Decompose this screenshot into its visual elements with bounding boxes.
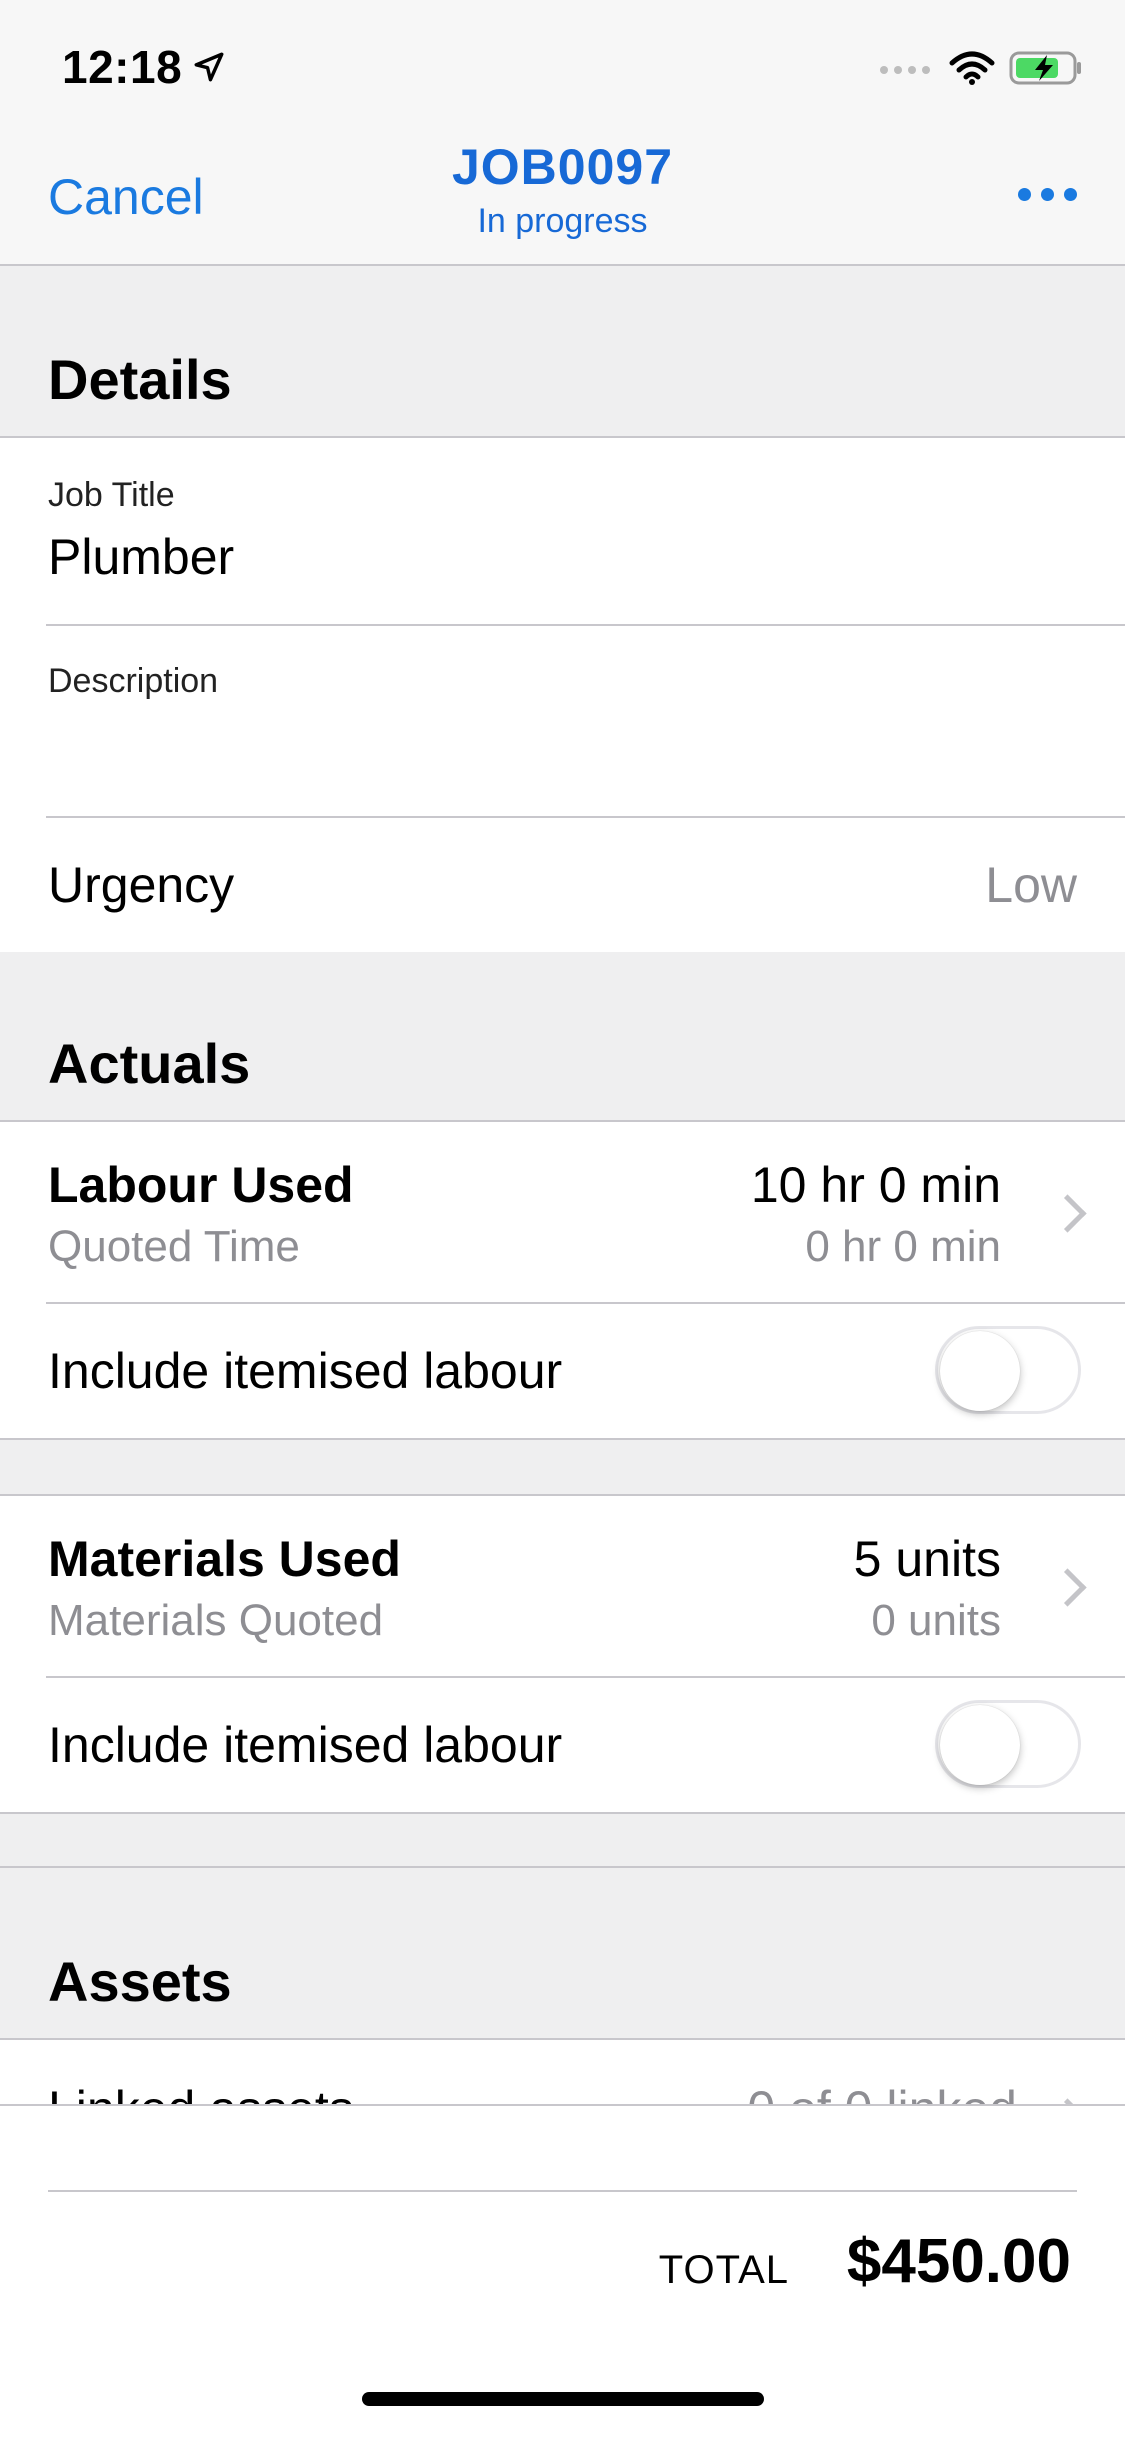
job-number-title: JOB0097 [451, 139, 674, 195]
wifi-icon [949, 51, 995, 85]
materials-used-value: 5 units [853, 1531, 1001, 1587]
include-materials-row: Include itemised labour [0, 1678, 1125, 1810]
labour-used-value: 10 hr 0 min [750, 1157, 1001, 1213]
details-section-header: Details [0, 266, 1125, 438]
urgency-value: Low [985, 857, 1077, 913]
include-labour-toggle[interactable] [935, 1326, 1081, 1414]
materials-quoted-label: Materials Quoted [48, 1596, 384, 1645]
quoted-time-label: Quoted Time [48, 1222, 300, 1271]
divider [48, 2190, 1077, 2192]
battery-charging-icon [1009, 51, 1081, 85]
status-time: 12:18 [62, 40, 226, 94]
actuals-header: Actuals [48, 1032, 251, 1095]
job-title-field[interactable]: Job Title Plumber [0, 438, 1125, 624]
details-group: Job Title Plumber Description Urgency Lo… [0, 436, 1125, 954]
ellipsis-icon[interactable] [1018, 188, 1077, 201]
labour-used-title: Labour Used [48, 1157, 354, 1213]
include-materials-label: Include itemised labour [48, 1717, 563, 1773]
materials-used-row[interactable]: Materials Used Materials Quoted 5 units … [0, 1496, 1125, 1676]
urgency-label: Urgency [48, 857, 235, 913]
include-materials-toggle[interactable] [935, 1700, 1081, 1788]
top-bar: 12:18 Cancel JOB0097 In progress [0, 0, 1125, 266]
job-status-subtitle: In progress [477, 202, 648, 240]
description-field[interactable]: Description [0, 626, 1125, 816]
job-title-label: Job Title [48, 476, 175, 514]
actuals-section-header: Actuals [0, 952, 1125, 1122]
total-value: $450.00 [846, 2227, 1071, 2296]
description-label: Description [48, 662, 219, 700]
chevron-right-icon [1048, 1194, 1087, 1233]
include-labour-row: Include itemised labour [0, 1304, 1125, 1436]
labour-used-row[interactable]: Labour Used Quoted Time 10 hr 0 min 0 hr… [0, 1122, 1125, 1302]
signal-icon [880, 66, 930, 74]
materials-used-title: Materials Used [48, 1531, 401, 1587]
assets-section-header: Assets [0, 1868, 1125, 2040]
assets-header: Assets [48, 1950, 232, 2013]
location-arrow-icon [194, 52, 224, 82]
materials-group: Materials Used Materials Quoted 5 units … [0, 1494, 1125, 1814]
materials-quoted-value: 0 units [871, 1596, 1001, 1645]
labour-group: Labour Used Quoted Time 10 hr 0 min 0 hr… [0, 1120, 1125, 1440]
status-icons [879, 50, 1083, 86]
chevron-right-icon [1048, 1568, 1087, 1607]
total-label: TOTAL [658, 2248, 789, 2292]
quoted-time-value: 0 hr 0 min [805, 1222, 1001, 1271]
urgency-row[interactable]: Urgency Low [0, 818, 1125, 950]
details-header: Details [48, 348, 232, 411]
total-footer: TOTAL $450.00 [0, 2104, 1125, 2438]
include-labour-label: Include itemised labour [48, 1343, 563, 1399]
home-indicator[interactable] [362, 2392, 764, 2406]
job-title-value: Plumber [48, 529, 235, 585]
